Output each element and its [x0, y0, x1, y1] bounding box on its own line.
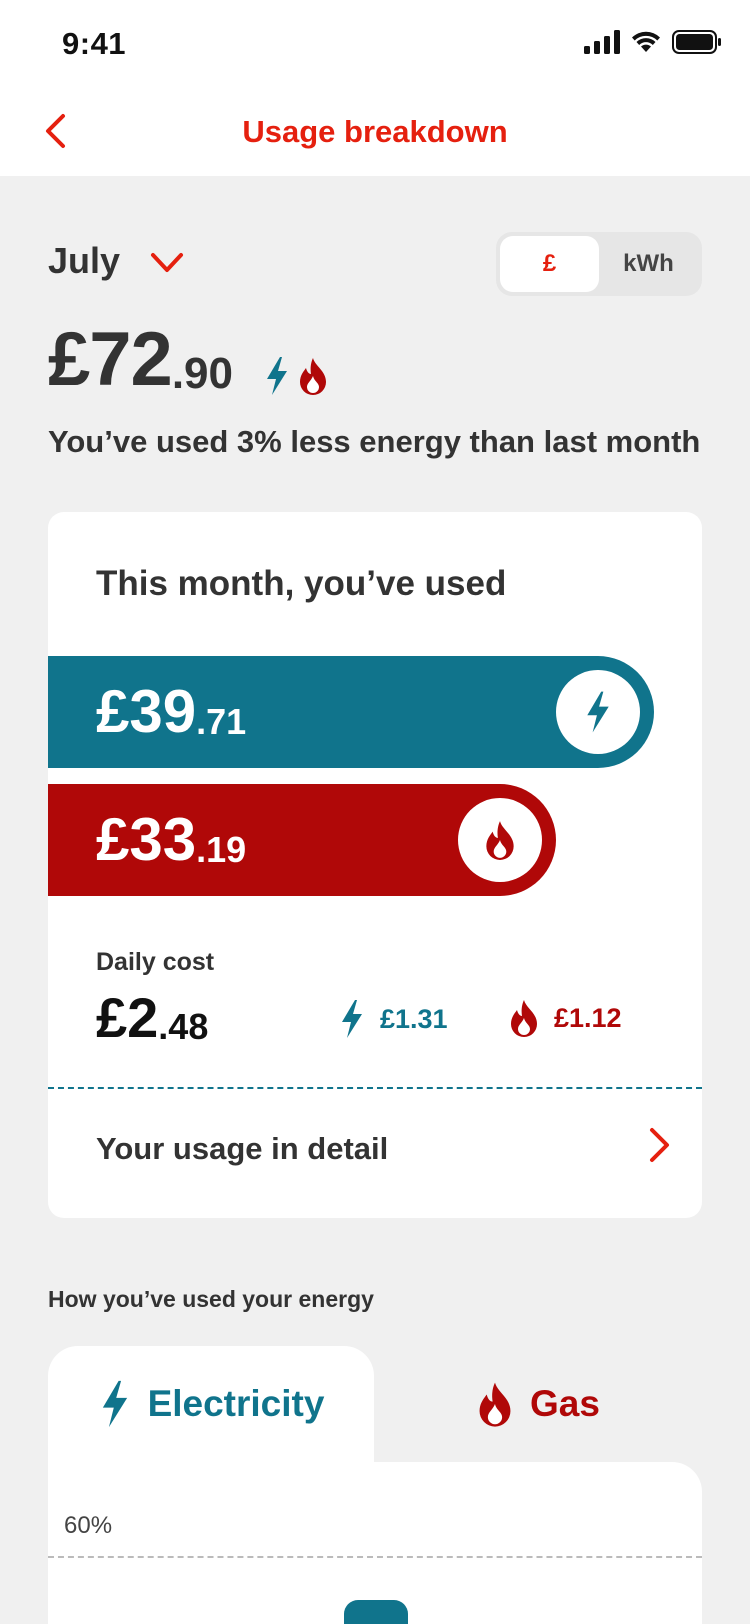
lightning-icon [102, 1380, 127, 1428]
flame-icon [479, 1382, 511, 1427]
section-title: How you’ve used your energy [48, 1286, 374, 1312]
card-heading: This month, you’ve used [96, 564, 507, 603]
gas-amount: £33 .19 [96, 810, 246, 870]
page-title: Usage breakdown [242, 114, 508, 149]
nav-bar: Usage breakdown [0, 88, 750, 176]
usage-detail-label: Your usage in detail [96, 1131, 389, 1166]
tab-electricity[interactable]: Electricity [48, 1346, 374, 1462]
month-label: July [48, 240, 121, 281]
chevron-down-icon [151, 253, 184, 272]
daily-electricity-value: £1.31 [380, 1003, 448, 1034]
tab-gas-label: Gas [530, 1383, 600, 1424]
fuel-icons [263, 356, 329, 396]
electricity-amount-main: £39 [96, 678, 197, 745]
lightning-icon [266, 357, 287, 395]
gas-badge [458, 798, 542, 882]
electricity-amount: £39 .71 [96, 682, 246, 742]
total-cost-main: £72 [48, 317, 173, 402]
usage-card: This month, you’ve used £39 .71 £33 .19 … [48, 512, 702, 1218]
flame-icon [486, 821, 514, 860]
daily-electricity-cost: £1.31 [338, 998, 448, 1040]
flame-icon [299, 358, 326, 395]
toggle-option-kwh[interactable]: kWh [599, 236, 698, 292]
gas-amount-decimal: .19 [196, 829, 247, 870]
wifi-icon [632, 31, 660, 52]
gas-amount-main: £33 [96, 806, 197, 873]
battery-icon [672, 30, 721, 54]
flame-icon [511, 1000, 537, 1037]
y-axis-label: 60% [64, 1512, 113, 1539]
usage-chart-panel: 60% [48, 1462, 702, 1624]
daily-cost-label: Daily cost [96, 948, 215, 976]
unit-toggle: £ kWh [496, 232, 702, 296]
toggle-option-pounds[interactable]: £ [500, 236, 599, 292]
usage-detail-link[interactable]: Your usage in detail [48, 1089, 702, 1218]
status-icons [584, 30, 722, 54]
electricity-amount-decimal: .71 [196, 701, 247, 742]
status-bar: 9:41 [0, 0, 750, 88]
lightning-icon [342, 1000, 362, 1038]
daily-cost-main: £2 [96, 986, 159, 1049]
daily-cost-decimal: .48 [158, 1006, 209, 1047]
tab-electricity-label: Electricity [147, 1383, 325, 1424]
chart-bar [344, 1600, 408, 1624]
gas-usage-bar: £33 .19 [48, 784, 556, 896]
comparison-text: You’ve used 3% less energy than last mon… [48, 424, 701, 459]
total-cost-decimal: .90 [171, 349, 233, 398]
total-cost: £72 .90 [48, 322, 329, 398]
electricity-badge [556, 670, 640, 754]
tab-gas[interactable]: Gas [374, 1346, 702, 1462]
daily-gas-value: £1.12 [554, 1002, 622, 1033]
status-time: 9:41 [62, 26, 127, 61]
lightning-icon [587, 691, 609, 733]
daily-gas-cost: £1.12 [508, 998, 622, 1038]
chevron-right-icon [650, 1128, 669, 1162]
daily-cost: £2 .48 [96, 990, 208, 1046]
grid-line [48, 1556, 702, 1558]
month-selector[interactable]: July [48, 240, 184, 282]
electricity-usage-bar: £39 .71 [48, 656, 654, 768]
signal-icon [584, 30, 620, 54]
